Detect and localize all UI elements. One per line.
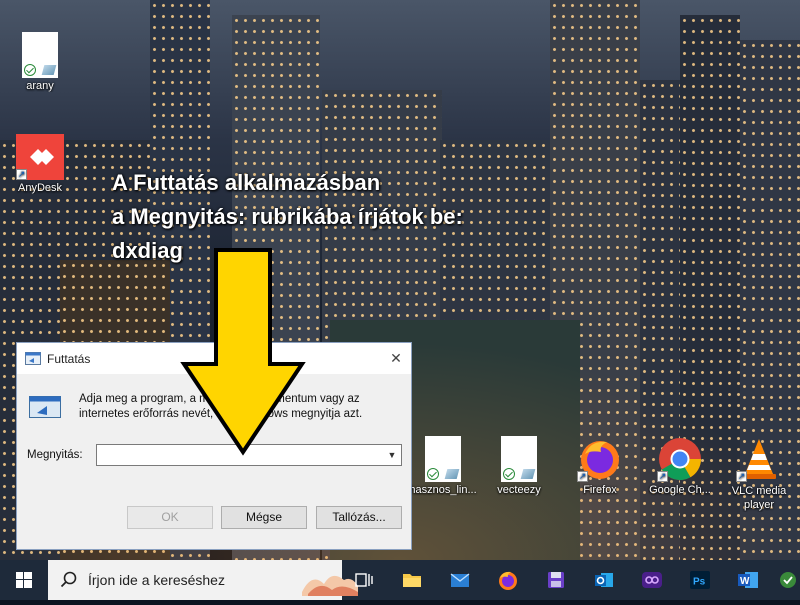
desktop-icon-label: vecteezy (497, 484, 541, 496)
cancel-button[interactable]: Mégse (221, 506, 307, 529)
save-app-button[interactable] (532, 560, 580, 600)
desktop-icon-hasznos-linkek[interactable]: hasznos_lin... (406, 436, 480, 496)
desktop-icon-label: hasznos_lin... (409, 484, 477, 496)
outlook-icon (595, 573, 613, 587)
mail-button[interactable] (436, 560, 484, 600)
eye-app-icon (642, 572, 662, 588)
desktop-icon-label: VLC media player (731, 485, 787, 511)
firefox-icon (499, 571, 517, 590)
word-button[interactable]: W (724, 560, 772, 600)
save-icon (548, 572, 564, 588)
apps-button[interactable] (772, 560, 800, 600)
run-icon (25, 352, 41, 365)
file-explorer-icon (403, 574, 421, 587)
eye-app-button[interactable] (628, 560, 676, 600)
down-arrow-graphic (180, 248, 306, 456)
desktop-icon-vlc[interactable]: ↗ VLC media player (722, 436, 796, 512)
firefox-icon: ↗ (577, 436, 623, 482)
instruction-line-2: a Megnyitás: rubrikába írjátok be: (112, 204, 463, 229)
desktop-icon-arany[interactable]: arany (3, 32, 77, 92)
photoshop-icon: Ps (690, 571, 710, 589)
desktop-icon-vecteezy[interactable]: vecteezy (482, 436, 556, 496)
chevron-down-icon[interactable]: ▼ (383, 445, 401, 465)
svg-text:Ps: Ps (693, 577, 706, 588)
mail-icon (450, 573, 470, 587)
desktop-icon-chrome[interactable]: ↗ Google Ch... (643, 436, 717, 496)
outlook-button[interactable] (580, 560, 628, 600)
apps-icon (780, 572, 796, 588)
vlc-icon: ↗ (736, 436, 782, 482)
desktop-icon-anydesk[interactable]: ↗ AnyDesk (3, 134, 77, 194)
open-label: Megnyitás: (27, 449, 83, 461)
word-icon: W (738, 572, 758, 588)
start-button[interactable] (0, 560, 48, 600)
svg-text:W: W (740, 576, 750, 587)
desktop-icon-firefox[interactable]: ↗ Firefox (563, 436, 637, 496)
close-button[interactable]: ✕ (381, 343, 411, 374)
desktop-icon-label: AnyDesk (17, 182, 63, 194)
desktop-icon-label: Google Ch... (649, 484, 711, 496)
run-program-icon (29, 396, 61, 418)
file-explorer-button[interactable] (388, 560, 436, 600)
search-icon (60, 571, 77, 588)
search-placeholder: Írjon ide a kereséshez (88, 572, 225, 588)
desktop-icon-label: arany (26, 80, 54, 92)
photoshop-button[interactable]: Ps (676, 560, 724, 600)
desktop-icon-label: Firefox (583, 484, 617, 496)
taskbar: Írjon ide a kereséshez Ps W (0, 560, 800, 600)
run-dialog-title: Futtatás (47, 352, 91, 366)
document-icon (501, 436, 537, 482)
firefox-taskbar-button[interactable] (484, 560, 532, 600)
chrome-icon: ↗ (657, 436, 703, 482)
browse-button[interactable]: Tallózás... (316, 506, 402, 529)
anydesk-icon: ↗ (16, 134, 64, 180)
instruction-line-1: A Futtatás alkalmazásban (112, 170, 381, 195)
document-icon (425, 436, 461, 482)
document-icon (22, 32, 58, 78)
ok-button[interactable]: OK (127, 506, 213, 529)
windows-logo-icon (16, 572, 32, 588)
task-view-icon (355, 573, 373, 587)
taskbar-search-box[interactable]: Írjon ide a kereséshez (48, 560, 358, 600)
task-view-button[interactable] (340, 560, 388, 600)
